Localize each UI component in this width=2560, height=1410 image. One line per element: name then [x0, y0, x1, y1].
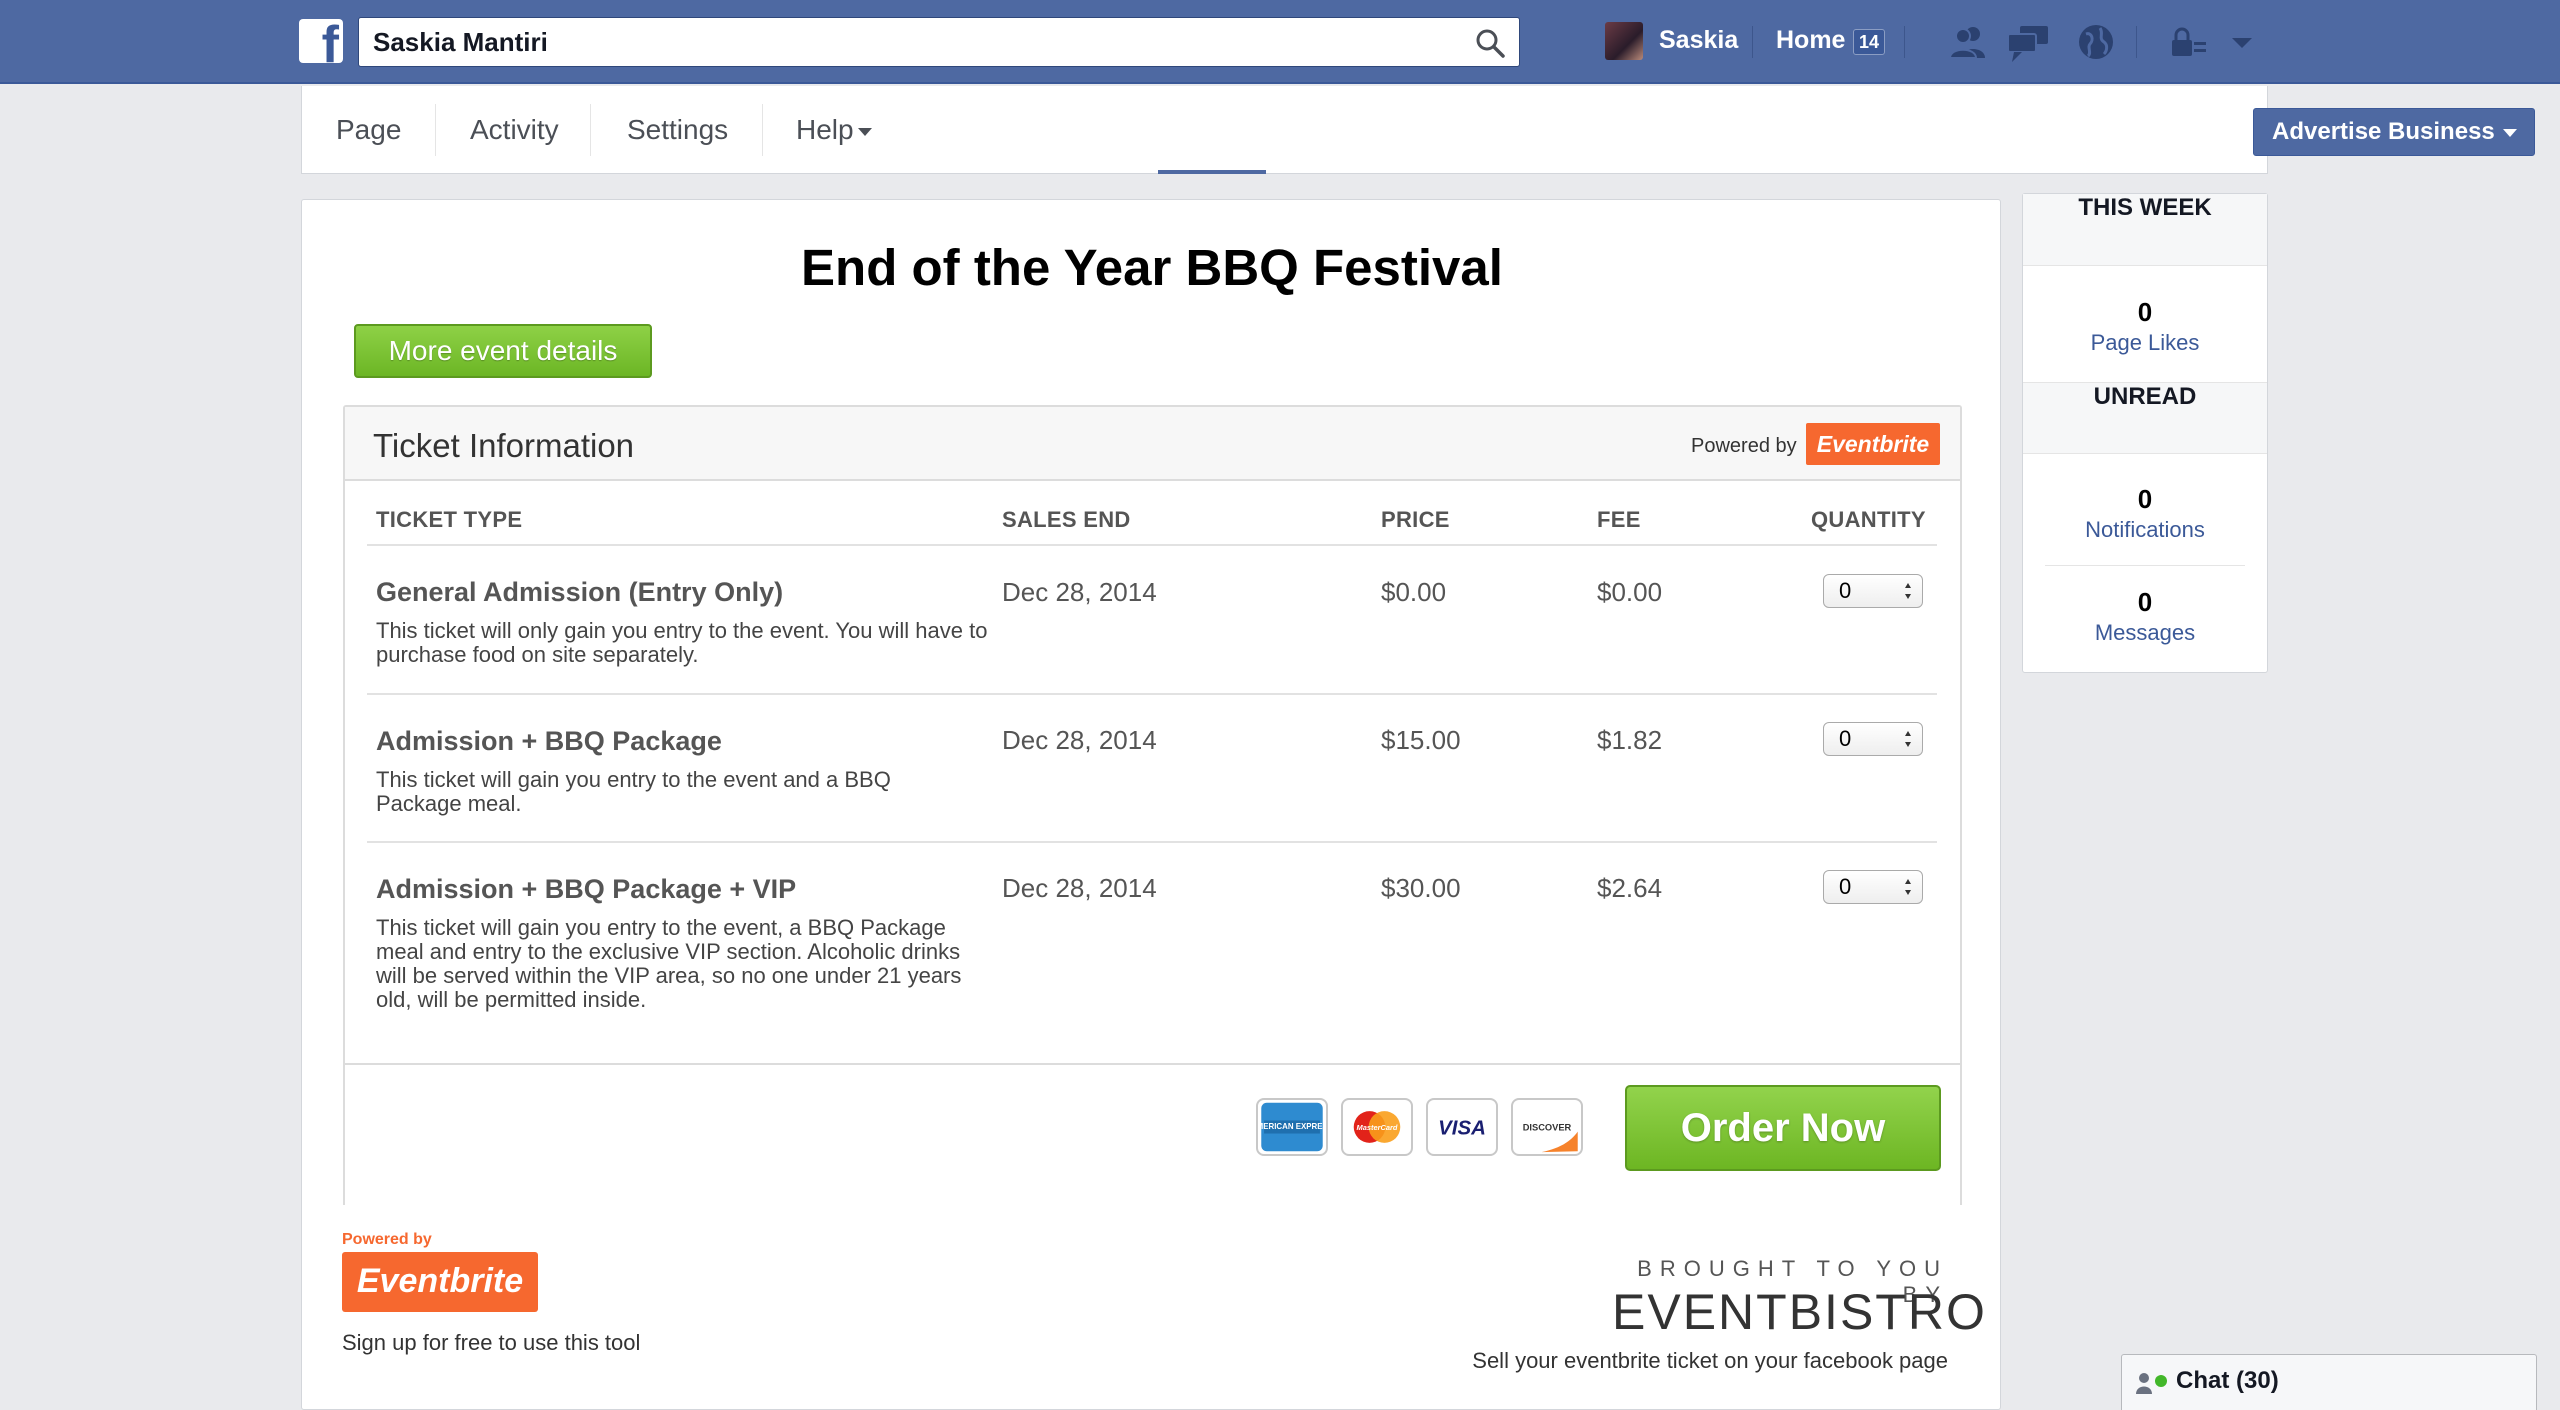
this-week-heading: THIS WEEK	[2023, 194, 2267, 266]
chat-online-icon	[2136, 1373, 2167, 1394]
ticket-description: This ticket will only gain you entry to …	[376, 618, 988, 667]
tab-divider	[762, 104, 763, 156]
ticket-price: $0.00	[1381, 577, 1447, 607]
home-link[interactable]: Home	[1776, 26, 1845, 55]
row-divider	[367, 544, 1937, 546]
tab-help-label: Help	[796, 114, 854, 145]
mastercard-card-icon: MasterCard	[1341, 1098, 1413, 1156]
ticket-footer-divider	[345, 1063, 1960, 1065]
tab-settings[interactable]: Settings	[627, 86, 728, 174]
event-app-card: End of the Year BBQ Festival More event …	[301, 199, 2001, 1410]
eventbistro-logo[interactable]: EVENTBISTRO	[1612, 1283, 1985, 1341]
chat-label: Chat (30)	[2176, 1367, 2279, 1394]
ticket-description: This ticket will gain you entry to the e…	[376, 915, 962, 1012]
messages-icon[interactable]	[2006, 20, 2050, 64]
select-arrows-icon	[1905, 731, 1911, 747]
sell-tickets-text: Sell your eventbrite ticket on your face…	[1472, 1348, 1948, 1373]
order-now-button[interactable]: Order Now	[1625, 1085, 1941, 1171]
more-event-details-button[interactable]: More event details	[354, 324, 652, 378]
privacy-shortcuts-icon[interactable]	[2166, 20, 2210, 64]
ticket-fee: $1.82	[1597, 725, 1663, 755]
column-header-ticket-type: TICKET TYPE	[376, 507, 523, 532]
advertise-business-label: Advertise Business	[2272, 118, 2495, 145]
ticket-fee: $0.00	[1597, 577, 1663, 607]
top-navigation-bar: f Saskia Home 14	[0, 0, 2560, 84]
tab-help[interactable]: Help	[796, 86, 872, 174]
page-admin-tab-bar: Page Activity Settings Help Advertise Bu…	[301, 86, 2535, 174]
home-count-badge: 14	[1853, 29, 1886, 55]
quantity-select[interactable]: 0	[1823, 870, 1923, 904]
user-avatar[interactable]	[1605, 22, 1643, 60]
chat-bar[interactable]: Chat (30)	[2121, 1354, 2537, 1410]
signup-text: Sign up for free to use this tool	[342, 1330, 641, 1355]
tab-divider	[590, 104, 591, 156]
search-input[interactable]	[373, 18, 1473, 66]
ticket-name: Admission + BBQ Package	[376, 726, 722, 756]
active-tab-indicator	[1158, 170, 1266, 174]
chevron-down-icon	[2502, 128, 2517, 137]
event-title: End of the Year BBQ Festival	[801, 239, 1503, 296]
quantity-value: 0	[1839, 578, 1852, 603]
svg-text:AMERICAN EXPRESS: AMERICAN EXPRESS	[1256, 1122, 1328, 1131]
page-likes-link[interactable]: Page Likes	[2023, 330, 2267, 356]
notifications-count: 0	[2137, 484, 2153, 514]
account-menu-chevron-down-icon[interactable]	[2220, 20, 2264, 64]
american-express-card-icon: AMERICAN EXPRESS	[1256, 1098, 1328, 1156]
ticket-fee: $2.64	[1597, 873, 1663, 903]
ticket-description: This ticket will gain you entry to the e…	[376, 767, 891, 816]
notifications-link[interactable]: Notifications	[2023, 517, 2267, 543]
select-arrows-icon	[1905, 583, 1911, 599]
svg-text:VISA: VISA	[1438, 1116, 1486, 1139]
sidebar-divider	[2045, 565, 2245, 566]
visa-card-icon: VISA	[1426, 1098, 1498, 1156]
unread-heading: UNREAD	[2023, 382, 2267, 454]
nav-divider	[2136, 26, 2137, 58]
svg-text:DISCOVER: DISCOVER	[1523, 1123, 1572, 1133]
row-divider	[367, 693, 1937, 695]
messages-link[interactable]: Messages	[2023, 620, 2267, 646]
ticket-information-header: Ticket Information Powered by Eventbrite	[345, 407, 1960, 481]
ticket-information-title: Ticket Information	[373, 427, 635, 464]
user-name-link[interactable]: Saskia	[1659, 26, 1738, 55]
row-divider	[367, 841, 1937, 843]
footer-eventbrite-logo[interactable]: Eventbrite	[342, 1252, 538, 1312]
nav-divider	[1904, 26, 1905, 58]
eventbrite-logo: Eventbrite	[1806, 423, 1940, 465]
column-header-fee: FEE	[1597, 507, 1641, 532]
ticket-name: General Admission (Entry Only)	[376, 577, 784, 607]
notifications-globe-icon[interactable]	[2074, 20, 2118, 64]
powered-by-label: Powered by	[1691, 435, 1797, 457]
facebook-logo[interactable]: f	[299, 19, 343, 63]
page-insights-sidebar: THIS WEEK 0 Page Likes UNREAD 0 Notifica…	[2022, 193, 2268, 673]
ticket-sales-end: Dec 28, 2014	[1002, 725, 1157, 755]
tab-page[interactable]: Page	[336, 86, 401, 174]
search-box[interactable]	[358, 17, 1520, 67]
facebook-logo-letter: f	[321, 19, 339, 63]
search-icon[interactable]	[1475, 28, 1505, 58]
tab-activity[interactable]: Activity	[470, 86, 559, 174]
page-likes-count: 0	[2137, 297, 2153, 327]
quantity-value: 0	[1839, 726, 1852, 751]
messages-count: 0	[2137, 587, 2153, 617]
nav-divider	[1752, 26, 1753, 58]
ticket-price: $30.00	[1381, 873, 1461, 903]
tab-divider	[435, 104, 436, 156]
chevron-down-icon	[857, 127, 872, 136]
ticket-price: $15.00	[1381, 725, 1461, 755]
column-header-sales-end: SALES END	[1002, 507, 1131, 532]
svg-text:MasterCard: MasterCard	[1357, 1123, 1398, 1132]
column-header-price: PRICE	[1381, 507, 1450, 532]
quantity-value: 0	[1839, 874, 1852, 899]
footer-powered-by-label: Powered by	[342, 1231, 432, 1248]
column-header-quantity: QUANTITY	[1811, 507, 1926, 532]
discover-card-icon: DISCOVER	[1511, 1098, 1583, 1156]
ticket-sales-end: Dec 28, 2014	[1002, 873, 1157, 903]
select-arrows-icon	[1905, 879, 1911, 895]
advertise-business-button[interactable]: Advertise Business	[2253, 108, 2535, 156]
ticket-name: Admission + BBQ Package + VIP	[376, 874, 797, 904]
ticket-sales-end: Dec 28, 2014	[1002, 577, 1157, 607]
quantity-select[interactable]: 0	[1823, 722, 1923, 756]
friend-requests-icon[interactable]	[1946, 20, 1990, 64]
quantity-select[interactable]: 0	[1823, 574, 1923, 608]
